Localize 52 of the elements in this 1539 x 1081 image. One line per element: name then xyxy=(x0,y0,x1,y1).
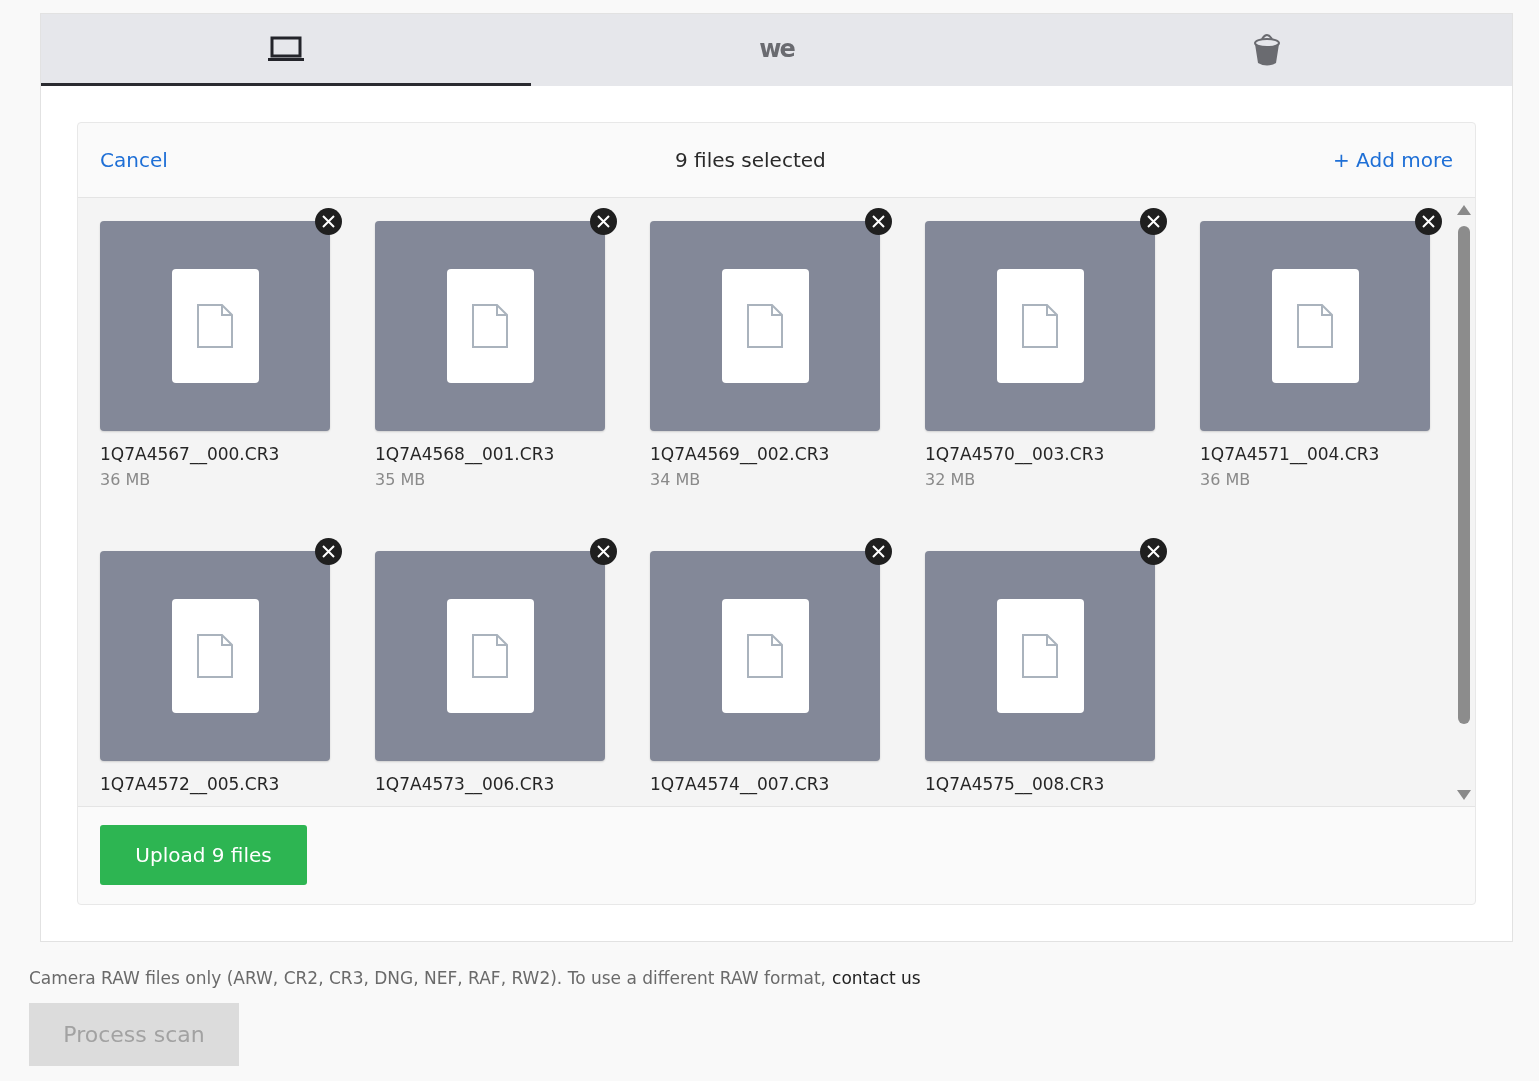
upload-button[interactable]: Upload 9 files xyxy=(100,825,307,885)
file-name: 1Q7A4575__008.CR3 xyxy=(925,774,1106,794)
file-size: 36 MB xyxy=(1200,470,1252,489)
close-icon xyxy=(597,545,610,558)
close-icon xyxy=(322,545,335,558)
file-name: 1Q7A4571__004.CR3 xyxy=(1200,444,1381,464)
laptop-icon xyxy=(268,35,305,62)
file-size: 35 MB xyxy=(375,470,427,489)
close-icon xyxy=(597,215,610,228)
file-name: 1Q7A4570__003.CR3 xyxy=(925,444,1106,464)
remove-button[interactable] xyxy=(315,208,342,235)
file-name: 1Q7A4572__005.CR3 xyxy=(100,774,281,794)
file-icon xyxy=(1022,634,1058,678)
file-icon xyxy=(747,304,783,348)
remove-button[interactable] xyxy=(315,538,342,565)
file-icon xyxy=(472,634,508,678)
file-name: 1Q7A4574__007.CR3 xyxy=(650,774,831,794)
add-more-link[interactable]: + Add more xyxy=(1333,148,1453,172)
remove-button[interactable] xyxy=(1140,208,1167,235)
file-name: 1Q7A4568__001.CR3 xyxy=(375,444,556,464)
file-icon xyxy=(197,304,233,348)
selection-title: 9 files selected xyxy=(675,148,826,172)
file-icon xyxy=(1022,304,1058,348)
remove-button[interactable] xyxy=(1140,538,1167,565)
file-name: 1Q7A4573__006.CR3 xyxy=(375,774,556,794)
contact-link[interactable]: contact us xyxy=(832,968,921,988)
remove-button[interactable] xyxy=(865,208,892,235)
scroll-up-icon[interactable] xyxy=(1457,205,1471,215)
file-icon xyxy=(197,634,233,678)
close-icon xyxy=(1147,545,1160,558)
cancel-link[interactable]: Cancel xyxy=(100,148,168,172)
file-size: 32 MB xyxy=(925,470,977,489)
remove-button[interactable] xyxy=(590,538,617,565)
close-icon xyxy=(1422,215,1435,228)
file-icon xyxy=(747,634,783,678)
file-icon xyxy=(472,304,508,348)
scroll-down-icon[interactable] xyxy=(1457,790,1471,800)
file-name: 1Q7A4569__002.CR3 xyxy=(650,444,831,464)
format-note: Camera RAW files only (ARW, CR2, CR3, DNG, NEF, RAF, RW2). To use a different RAW format, contact us xyxy=(29,968,922,988)
remove-button[interactable] xyxy=(1415,208,1442,235)
close-icon xyxy=(1147,215,1160,228)
file-name: 1Q7A4567__000.CR3 xyxy=(100,444,281,464)
close-icon xyxy=(322,215,335,228)
remove-button[interactable] xyxy=(865,538,892,565)
close-icon xyxy=(872,215,885,228)
remove-button[interactable] xyxy=(590,208,617,235)
scrollbar-thumb[interactable] xyxy=(1458,226,1470,724)
logo: we xyxy=(759,36,794,61)
file-size: 34 MB xyxy=(650,470,702,489)
file-icon xyxy=(1297,304,1333,348)
close-icon xyxy=(872,545,885,558)
file-size: 36 MB xyxy=(100,470,152,489)
